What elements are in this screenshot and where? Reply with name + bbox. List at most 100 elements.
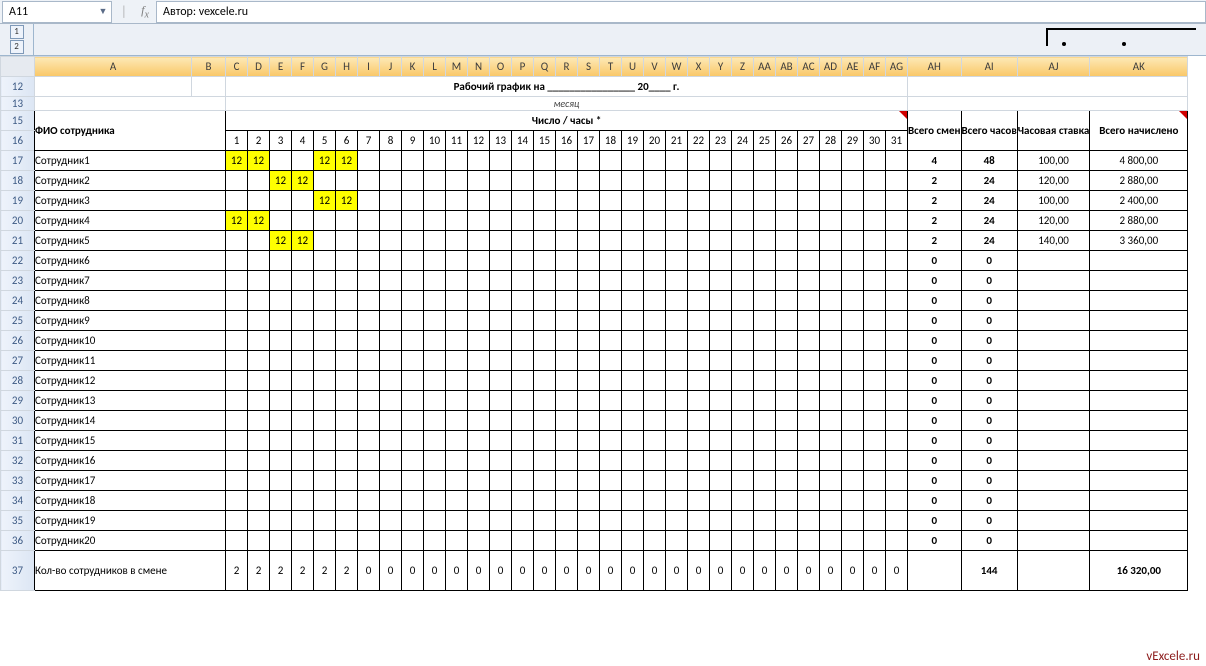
day-cell[interactable] <box>644 371 666 391</box>
day-cell[interactable] <box>424 391 446 411</box>
day-cell[interactable] <box>424 491 446 511</box>
day-cell[interactable] <box>776 351 798 371</box>
day-cell[interactable] <box>666 391 688 411</box>
day-cell[interactable] <box>270 291 292 311</box>
day-cell[interactable] <box>446 531 468 551</box>
day-cell[interactable] <box>380 231 402 251</box>
row-header[interactable]: 25 <box>1 311 35 331</box>
day-cell[interactable] <box>732 471 754 491</box>
day-cell[interactable] <box>886 411 908 431</box>
day-cell[interactable] <box>754 151 776 171</box>
day-cell[interactable] <box>468 531 490 551</box>
day-cell[interactable] <box>732 211 754 231</box>
total-cell[interactable] <box>1090 251 1188 271</box>
day-cell[interactable] <box>710 451 732 471</box>
column-header[interactable]: S <box>578 57 600 77</box>
day-cell[interactable] <box>578 391 600 411</box>
day-cell[interactable] <box>798 311 820 331</box>
header-day-number[interactable]: 16 <box>556 131 578 151</box>
total-cell[interactable] <box>1090 451 1188 471</box>
day-cell[interactable] <box>710 471 732 491</box>
hours-cell[interactable]: 0 <box>961 491 1017 511</box>
day-cell[interactable] <box>468 291 490 311</box>
column-header[interactable]: U <box>622 57 644 77</box>
day-cell[interactable] <box>358 151 380 171</box>
day-cell[interactable] <box>798 391 820 411</box>
day-cell[interactable] <box>512 191 534 211</box>
day-cell[interactable] <box>842 471 864 491</box>
day-cell[interactable] <box>358 211 380 231</box>
employee-name-cell[interactable]: Сотрудник12 <box>35 371 226 391</box>
day-cell[interactable] <box>886 451 908 471</box>
day-cell[interactable] <box>864 271 886 291</box>
day-cell[interactable] <box>446 491 468 511</box>
day-cell[interactable] <box>622 211 644 231</box>
header-day-number[interactable]: 6 <box>336 131 358 151</box>
day-cell[interactable] <box>688 211 710 231</box>
day-cell[interactable] <box>886 211 908 231</box>
day-cell[interactable] <box>688 171 710 191</box>
day-cell[interactable] <box>512 431 534 451</box>
rate-cell[interactable] <box>1017 291 1090 311</box>
row-header[interactable]: 29 <box>1 391 35 411</box>
day-cell[interactable] <box>710 511 732 531</box>
day-cell[interactable] <box>314 531 336 551</box>
day-cell[interactable] <box>820 311 842 331</box>
day-cell[interactable] <box>776 211 798 231</box>
day-cell[interactable] <box>820 251 842 271</box>
day-cell[interactable] <box>556 191 578 211</box>
day-cell[interactable] <box>886 271 908 291</box>
day-cell[interactable] <box>270 411 292 431</box>
day-cell[interactable] <box>644 351 666 371</box>
day-cell[interactable] <box>292 451 314 471</box>
day-cell[interactable] <box>886 471 908 491</box>
day-cell[interactable] <box>424 351 446 371</box>
day-cell[interactable] <box>534 231 556 251</box>
employee-name-cell[interactable]: Сотрудник10 <box>35 331 226 351</box>
day-cell[interactable] <box>402 151 424 171</box>
day-cell[interactable] <box>622 531 644 551</box>
footer-day-count[interactable]: 0 <box>710 551 732 591</box>
day-cell[interactable] <box>490 511 512 531</box>
day-cell[interactable] <box>754 471 776 491</box>
day-cell[interactable] <box>754 371 776 391</box>
day-cell[interactable] <box>578 331 600 351</box>
column-header[interactable]: W <box>666 57 688 77</box>
total-cell[interactable] <box>1090 391 1188 411</box>
day-cell[interactable] <box>402 351 424 371</box>
day-cell[interactable] <box>490 331 512 351</box>
day-cell[interactable] <box>556 331 578 351</box>
day-cell[interactable] <box>798 191 820 211</box>
day-cell[interactable] <box>446 231 468 251</box>
day-cell[interactable] <box>710 171 732 191</box>
day-cell[interactable] <box>732 171 754 191</box>
day-cell[interactable] <box>754 211 776 231</box>
day-cell[interactable] <box>556 151 578 171</box>
day-cell[interactable] <box>798 471 820 491</box>
day-cell[interactable] <box>270 351 292 371</box>
hours-cell[interactable]: 0 <box>961 451 1017 471</box>
day-cell[interactable] <box>776 251 798 271</box>
day-cell[interactable] <box>292 531 314 551</box>
day-cell[interactable] <box>380 411 402 431</box>
day-cell[interactable]: 12 <box>314 151 336 171</box>
day-cell[interactable] <box>512 531 534 551</box>
day-cell[interactable] <box>468 171 490 191</box>
day-cell[interactable] <box>226 491 248 511</box>
day-cell[interactable] <box>820 351 842 371</box>
day-cell[interactable] <box>776 231 798 251</box>
header-day-number[interactable]: 8 <box>380 131 402 151</box>
day-cell[interactable] <box>468 231 490 251</box>
footer-day-count[interactable]: 0 <box>842 551 864 591</box>
row-header[interactable]: 20 <box>1 211 35 231</box>
day-cell[interactable] <box>600 491 622 511</box>
day-cell[interactable] <box>490 411 512 431</box>
day-cell[interactable] <box>688 451 710 471</box>
day-cell[interactable] <box>886 531 908 551</box>
day-cell[interactable] <box>798 431 820 451</box>
footer-day-count[interactable]: 0 <box>864 551 886 591</box>
day-cell[interactable] <box>512 151 534 171</box>
day-cell[interactable] <box>556 531 578 551</box>
day-cell[interactable] <box>842 511 864 531</box>
day-cell[interactable] <box>688 431 710 451</box>
